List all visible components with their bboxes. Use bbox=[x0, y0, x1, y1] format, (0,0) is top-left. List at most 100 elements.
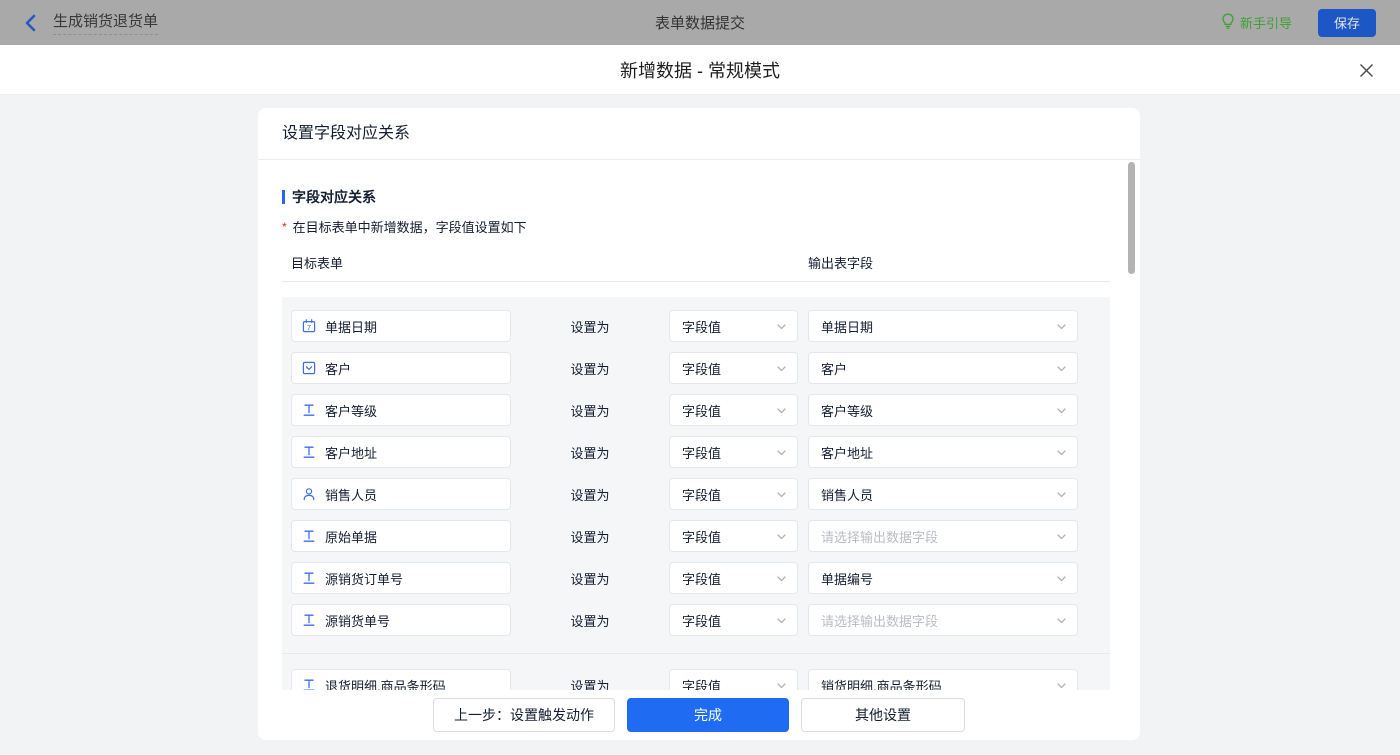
section-marker bbox=[282, 190, 285, 204]
output-field-select[interactable]: 请选择输出数据字段 bbox=[808, 520, 1078, 552]
card-body: 字段对应关系 * 在目标表单中新增数据，字段值设置如下 目标表单 输出表字段 7… bbox=[258, 160, 1140, 690]
value-type-select[interactable]: 字段值 bbox=[669, 562, 798, 594]
chevron-down-icon bbox=[776, 489, 787, 500]
target-field-label: 客户等级 bbox=[325, 403, 378, 419]
value-type-value: 字段值 bbox=[682, 361, 722, 377]
value-type-value: 字段值 bbox=[682, 678, 722, 691]
value-type-select[interactable]: 字段值 bbox=[669, 310, 798, 342]
target-field-label: 销售人员 bbox=[325, 487, 378, 503]
output-field-select[interactable]: 请选择输出数据字段 bbox=[808, 604, 1078, 636]
value-type-value: 字段值 bbox=[682, 319, 722, 335]
output-field-select[interactable]: 销货明细.商品条形码 bbox=[808, 669, 1078, 690]
topbar: 生成销货退货单 表单数据提交 新手引导 保存 bbox=[0, 0, 1400, 45]
set-as-label: 设置为 bbox=[570, 613, 610, 629]
chevron-down-icon bbox=[776, 363, 787, 374]
chevron-down-icon bbox=[1056, 531, 1067, 542]
field-mapping-row: 源销货单号 设置为 字段值 请选择输出数据字段 bbox=[291, 604, 1078, 636]
set-as-label: 设置为 bbox=[570, 529, 610, 545]
save-button[interactable]: 保存 bbox=[1318, 8, 1376, 37]
target-field[interactable]: 退货明细.商品条形码 bbox=[291, 669, 511, 690]
set-as-label: 设置为 bbox=[570, 319, 610, 335]
output-field-value: 销售人员 bbox=[821, 487, 874, 503]
svg-text:7: 7 bbox=[307, 323, 311, 332]
text-field-icon bbox=[302, 571, 316, 585]
lightbulb-icon bbox=[1221, 13, 1235, 32]
guide-button[interactable]: 新手引导 bbox=[1221, 13, 1292, 32]
text-field-icon bbox=[302, 613, 316, 627]
value-type-select[interactable]: 字段值 bbox=[669, 394, 798, 426]
done-button[interactable]: 完成 bbox=[627, 698, 789, 732]
chevron-down-icon bbox=[1056, 363, 1067, 374]
chevron-down-icon bbox=[1056, 573, 1067, 584]
value-type-value: 字段值 bbox=[682, 571, 722, 587]
target-field-label: 原始单据 bbox=[325, 529, 378, 545]
chevron-down-icon bbox=[1056, 321, 1067, 332]
value-type-select[interactable]: 字段值 bbox=[669, 520, 798, 552]
target-field[interactable]: 客户等级 bbox=[291, 394, 511, 426]
value-type-select[interactable]: 字段值 bbox=[669, 352, 798, 384]
previous-step-button[interactable]: 上一步：设置触发动作 bbox=[433, 698, 615, 732]
field-mapping-row: 客户地址 设置为 字段值 客户地址 bbox=[291, 436, 1078, 468]
close-button[interactable] bbox=[1358, 62, 1374, 78]
chevron-down-icon bbox=[776, 680, 787, 691]
chevron-down-icon bbox=[776, 615, 787, 626]
output-field-select[interactable]: 销售人员 bbox=[808, 478, 1078, 510]
target-field[interactable]: 客户地址 bbox=[291, 436, 511, 468]
chevron-down-icon bbox=[1056, 680, 1067, 691]
set-as-label: 设置为 bbox=[570, 571, 610, 587]
text-field-icon bbox=[302, 445, 316, 459]
output-field-select[interactable]: 客户地址 bbox=[808, 436, 1078, 468]
text-field-icon bbox=[302, 529, 316, 543]
chevron-down-icon bbox=[776, 405, 787, 416]
section-description: 在目标表单中新增数据，字段值设置如下 bbox=[292, 220, 527, 235]
chevron-down-icon bbox=[1056, 405, 1067, 416]
scrollbar-thumb[interactable] bbox=[1128, 162, 1135, 274]
value-type-value: 字段值 bbox=[682, 613, 722, 629]
output-field-value: 销货明细.商品条形码 bbox=[821, 678, 942, 691]
close-icon bbox=[1359, 63, 1373, 77]
field-mapping-row: 客户等级 设置为 字段值 客户等级 bbox=[291, 394, 1078, 426]
value-type-select[interactable]: 字段值 bbox=[669, 478, 798, 510]
field-mapping-row: 7 单据日期 设置为 字段值 单据日期 bbox=[291, 310, 1078, 342]
field-mapping-rows: 7 单据日期 设置为 字段值 单据日期 客户 设置为 字段值 客户 客户等级 设… bbox=[282, 297, 1110, 690]
field-mapping-row: 源销货订单号 设置为 字段值 单据编号 bbox=[291, 562, 1078, 594]
target-field-label: 客户地址 bbox=[325, 445, 378, 461]
group-divider bbox=[282, 653, 1110, 654]
other-settings-button[interactable]: 其他设置 bbox=[801, 698, 965, 732]
value-type-select[interactable]: 字段值 bbox=[669, 436, 798, 468]
card-title: 设置字段对应关系 bbox=[258, 108, 1140, 160]
set-as-label: 设置为 bbox=[570, 487, 610, 503]
target-field[interactable]: 销售人员 bbox=[291, 478, 511, 510]
text-field-icon bbox=[302, 403, 316, 417]
output-field-value: 单据编号 bbox=[821, 571, 874, 587]
output-field-value: 单据日期 bbox=[821, 319, 874, 335]
target-field[interactable]: 7 单据日期 bbox=[291, 310, 511, 342]
set-as-label: 设置为 bbox=[570, 361, 610, 377]
target-field[interactable]: 源销货单号 bbox=[291, 604, 511, 636]
target-field-label: 退货明细.商品条形码 bbox=[325, 678, 446, 691]
guide-label: 新手引导 bbox=[1239, 16, 1292, 31]
value-type-value: 字段值 bbox=[682, 487, 722, 503]
select-field-icon bbox=[302, 361, 316, 375]
set-as-label: 设置为 bbox=[570, 445, 610, 461]
value-type-select[interactable]: 字段值 bbox=[669, 604, 798, 636]
target-field-label: 源销货单号 bbox=[325, 613, 391, 629]
target-field-label: 单据日期 bbox=[325, 319, 378, 335]
output-field-select[interactable]: 单据编号 bbox=[808, 562, 1078, 594]
chevron-down-icon bbox=[776, 447, 787, 458]
output-field-select[interactable]: 客户 bbox=[808, 352, 1078, 384]
output-field-select[interactable]: 单据日期 bbox=[808, 310, 1078, 342]
value-type-value: 字段值 bbox=[682, 529, 722, 545]
form-name[interactable]: 生成销货退货单 bbox=[53, 10, 159, 35]
output-field-select[interactable]: 客户等级 bbox=[808, 394, 1078, 426]
back-button[interactable]: 生成销货退货单 bbox=[24, 10, 159, 35]
chevron-down-icon bbox=[1056, 489, 1067, 500]
target-field[interactable]: 源销货订单号 bbox=[291, 562, 511, 594]
value-type-select[interactable]: 字段值 bbox=[669, 669, 798, 690]
dialog-titlebar: 新增数据 - 常规模式 bbox=[0, 45, 1400, 95]
output-field-value: 客户等级 bbox=[821, 403, 874, 419]
back-chevron-icon bbox=[24, 14, 36, 32]
chevron-down-icon bbox=[776, 321, 787, 332]
target-field[interactable]: 客户 bbox=[291, 352, 511, 384]
target-field[interactable]: 原始单据 bbox=[291, 520, 511, 552]
